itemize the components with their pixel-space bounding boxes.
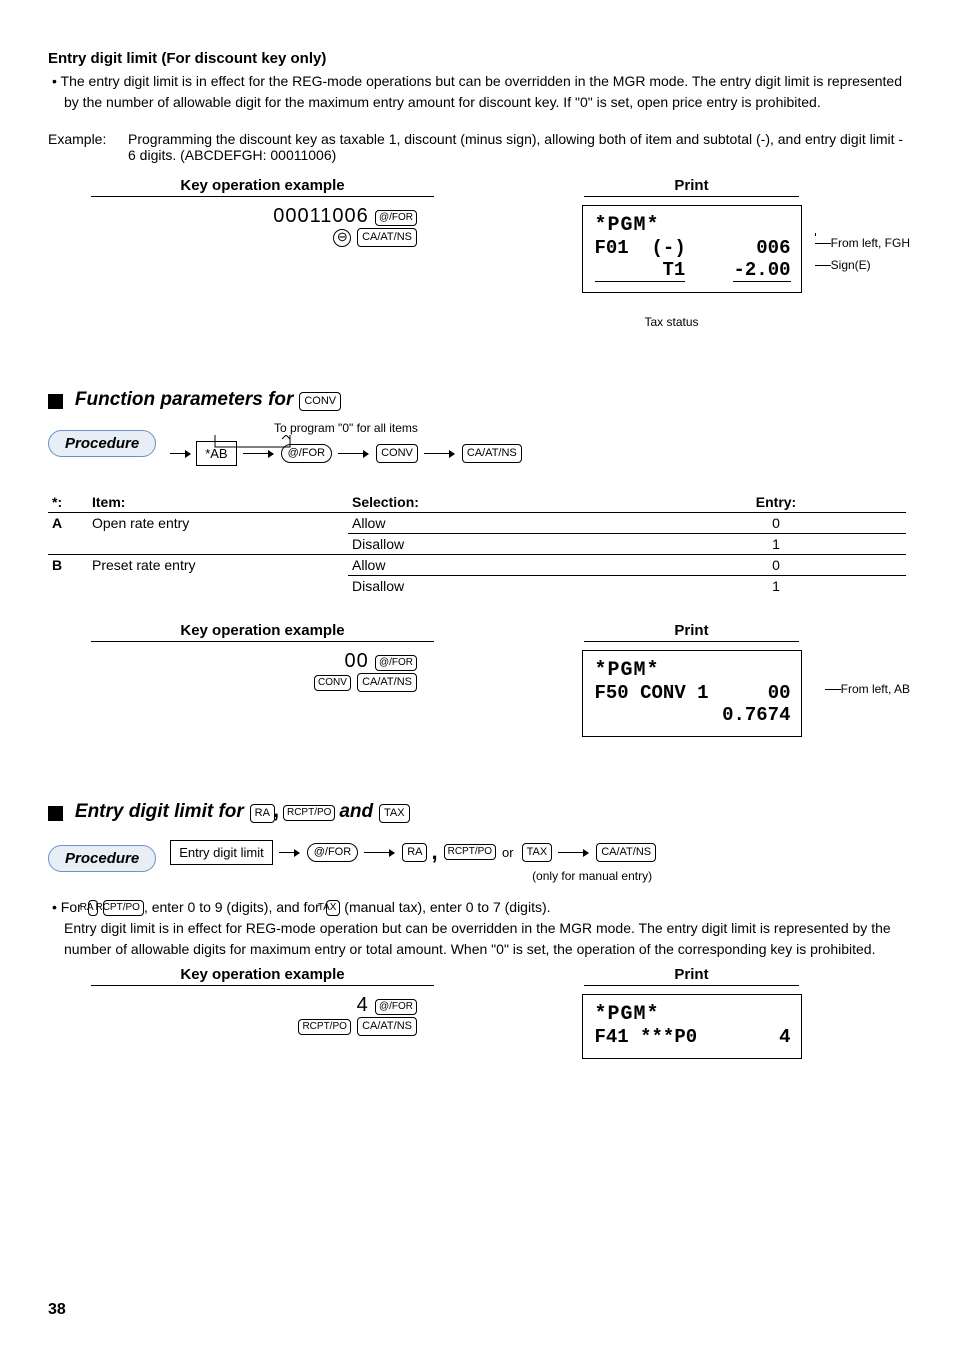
page-number: 38 xyxy=(48,1301,66,1319)
conv-button-2[interactable]: CONV xyxy=(376,444,418,463)
print2-00: 00 xyxy=(768,682,791,704)
table-row: AOpen rate entryAllow0 xyxy=(48,513,906,534)
th-star: *: xyxy=(48,492,88,513)
bullet-entry-digit: • The entry digit limit is in effect for… xyxy=(48,71,906,113)
th-item: Item: xyxy=(88,492,348,513)
print2-f50: F50 CONV 1 xyxy=(595,682,709,704)
rcptpo-button-3[interactable]: RCPT/PO xyxy=(103,900,143,916)
rcptpo-button-2[interactable]: RCPT/PO xyxy=(444,844,496,860)
minus-circle-icon[interactable]: ⊖ xyxy=(333,229,351,247)
at-for-button-4[interactable]: @/FOR xyxy=(307,843,358,862)
callout-ab: From left, AB xyxy=(841,682,910,696)
print1-amount: -2.00 xyxy=(733,259,790,282)
ra-button[interactable]: RA xyxy=(250,804,275,823)
th-entry: Entry: xyxy=(646,492,906,513)
func-params-heading: Function parameters for xyxy=(75,389,294,410)
example-text: Programming the discount key as taxable … xyxy=(128,131,906,163)
print1-line1: *PGM* xyxy=(595,214,791,237)
print-header-1: Print xyxy=(584,177,799,197)
print-header-2: Print xyxy=(584,622,799,642)
ex2-digits: 00 xyxy=(345,650,369,672)
print1-t1: T1 xyxy=(595,259,686,282)
example-label: Example: xyxy=(48,131,128,163)
edl-and: and xyxy=(339,801,373,822)
print3-f41: F41 ***P0 xyxy=(595,1026,698,1048)
ex1-digits: 00011006 xyxy=(273,205,369,227)
black-square-icon-2 xyxy=(48,806,63,821)
print-output-2: *PGM* F50 CONV 1 00 0.7674 xyxy=(582,650,802,737)
edl-flow-label: Entry digit limit xyxy=(170,840,273,865)
print3-4: 4 xyxy=(779,1026,790,1048)
procedure-pill-1: Procedure xyxy=(48,430,156,457)
ca-at-ns-button-5[interactable]: CA/AT/NS xyxy=(357,1017,417,1036)
loop-arrow-icon xyxy=(210,435,300,455)
conv-button[interactable]: CONV xyxy=(299,392,341,411)
edl-para: Entry digit limit is in effect for REG-m… xyxy=(48,918,906,960)
rcptpo-button-4[interactable]: RCPT/PO xyxy=(298,1019,350,1035)
ca-at-ns-button-3[interactable]: CA/AT/NS xyxy=(357,673,417,692)
edl-heading: Entry digit limit for xyxy=(75,801,244,822)
print-output-1: *PGM* F01 (-) 006 T1 -2.00 xyxy=(582,205,802,293)
at-for-button-5[interactable]: @/FOR xyxy=(375,999,417,1015)
koe-header-1: Key operation example xyxy=(91,177,434,197)
zero-note: To program "0" for all items xyxy=(170,421,522,435)
params-table: *: Item: Selection: Entry: AOpen rate en… xyxy=(48,492,906,596)
tax-button[interactable]: TAX xyxy=(379,804,410,823)
table-row: Disallow1 xyxy=(48,534,906,555)
callout-fgh: From left, FGH xyxy=(831,236,910,250)
at-for-button-3[interactable]: @/FOR xyxy=(375,655,417,671)
ca-at-ns-button-4[interactable]: CA/AT/NS xyxy=(596,843,656,862)
ra-button-2[interactable]: RA xyxy=(402,843,427,862)
manual-entry-note: (only for manual entry) xyxy=(170,869,656,883)
ca-at-ns-button-2[interactable]: CA/AT/NS xyxy=(462,444,522,463)
table-row: BPreset rate entryAllow0 xyxy=(48,555,906,576)
edl-bullet: • For RA RCPT/PO, enter 0 to 9 (digits),… xyxy=(48,897,906,918)
ca-at-ns-button[interactable]: CA/AT/NS xyxy=(357,228,417,247)
ex3-digits: 4 xyxy=(357,994,369,1016)
print-header-3: Print xyxy=(584,966,799,986)
callout-sign: Sign(E) xyxy=(831,258,871,272)
black-square-icon xyxy=(48,394,63,409)
at-for-button[interactable]: @/FOR xyxy=(375,210,417,226)
print1-minus: (-) xyxy=(652,237,686,259)
or-label: or xyxy=(502,845,514,860)
tax-button-2[interactable]: TAX xyxy=(522,843,553,862)
print2-line1: *PGM* xyxy=(595,659,791,682)
procedure-pill-2: Procedure xyxy=(48,845,156,872)
print2-rate: 0.7674 xyxy=(722,704,790,726)
rcptpo-button[interactable]: RCPT/PO xyxy=(283,805,335,821)
print3-line1: *PGM* xyxy=(595,1003,791,1026)
print1-f01: F01 xyxy=(595,237,629,259)
koe-header-2: Key operation example xyxy=(91,622,434,642)
print-output-3: *PGM* F41 ***P0 4 xyxy=(582,994,802,1059)
heading-entry-digit-limit: Entry digit limit (For discount key only… xyxy=(48,50,906,67)
table-row: Disallow1 xyxy=(48,576,906,597)
print1-006: 006 xyxy=(756,237,790,259)
conv-button-3[interactable]: CONV xyxy=(314,675,351,691)
callout-tax-status: Tax status xyxy=(437,315,906,329)
th-selection: Selection: xyxy=(348,492,646,513)
tax-button-3[interactable]: TAX xyxy=(326,900,341,916)
koe-header-3: Key operation example xyxy=(91,966,434,986)
